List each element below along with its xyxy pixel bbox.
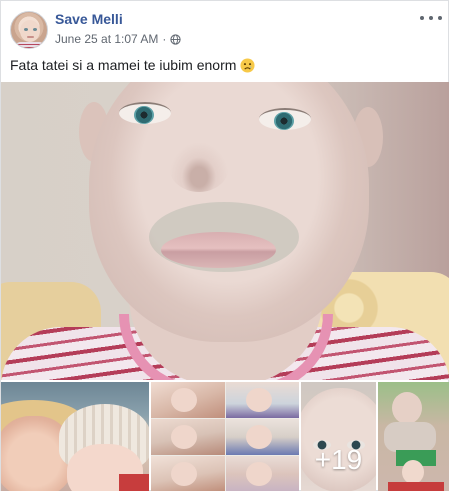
sad-face-emoji-icon (240, 57, 255, 73)
post-header: Save Melli June 25 at 1:07 AM · (1, 1, 449, 56)
collage-face (246, 425, 272, 449)
thumb-face (402, 460, 424, 484)
collage-face (171, 425, 197, 449)
meta-separator: · (162, 32, 167, 46)
collage-cell (151, 419, 225, 455)
post-caption: Fata tatei si a mamei te iubim enorm (10, 57, 255, 73)
avatar-shirt (13, 42, 47, 48)
collage-cell (151, 382, 225, 418)
globe-icon[interactable] (170, 33, 182, 45)
photo-iris (134, 106, 154, 124)
photo-eye (259, 108, 311, 130)
collage-cell (151, 456, 225, 491)
more-photos-count[interactable]: +19 (301, 382, 376, 491)
thumb-red-item (119, 474, 149, 491)
thumbnail-photo[interactable] (1, 382, 149, 491)
thumbnail-more-photos[interactable]: +19 (301, 382, 376, 491)
avatar-face (20, 20, 40, 42)
more-dot (438, 16, 442, 20)
more-dot (420, 16, 424, 20)
author-avatar[interactable] (10, 11, 48, 49)
avatar-mouth (27, 36, 34, 38)
photo-thumbnails: +19 (1, 382, 449, 491)
photo-lips (161, 232, 276, 268)
main-photo[interactable] (1, 82, 449, 380)
thumb-face (392, 392, 422, 424)
collage-cell (226, 382, 299, 418)
collage-face (246, 388, 272, 412)
collage-face (171, 388, 197, 412)
facebook-post: Save Melli June 25 at 1:07 AM · Fata tat… (0, 0, 449, 491)
thumb-red-shirt (388, 482, 444, 491)
collage-grid (151, 382, 299, 491)
thumb-body (384, 422, 436, 452)
photo-nose (169, 142, 229, 192)
photo-eye (119, 102, 171, 124)
author-name-link[interactable]: Save Melli (55, 11, 123, 27)
thumbnail-photo[interactable] (378, 382, 449, 491)
avatar-eye (33, 28, 37, 31)
post-timestamp-link[interactable]: June 25 at 1:07 AM (55, 32, 158, 46)
collage-cell (226, 456, 299, 491)
photo-face (89, 82, 369, 342)
caption-text: Fata tatei si a mamei te iubim enorm (10, 57, 237, 73)
more-dot (429, 16, 433, 20)
avatar-eye (24, 28, 28, 31)
post-meta: June 25 at 1:07 AM · (55, 32, 182, 46)
collage-face (246, 462, 272, 486)
collage-cell (226, 419, 299, 455)
photo-iris (274, 112, 294, 130)
collage-face (171, 462, 197, 486)
more-options-icon[interactable] (420, 11, 442, 25)
thumbnail-collage[interactable] (151, 382, 299, 491)
